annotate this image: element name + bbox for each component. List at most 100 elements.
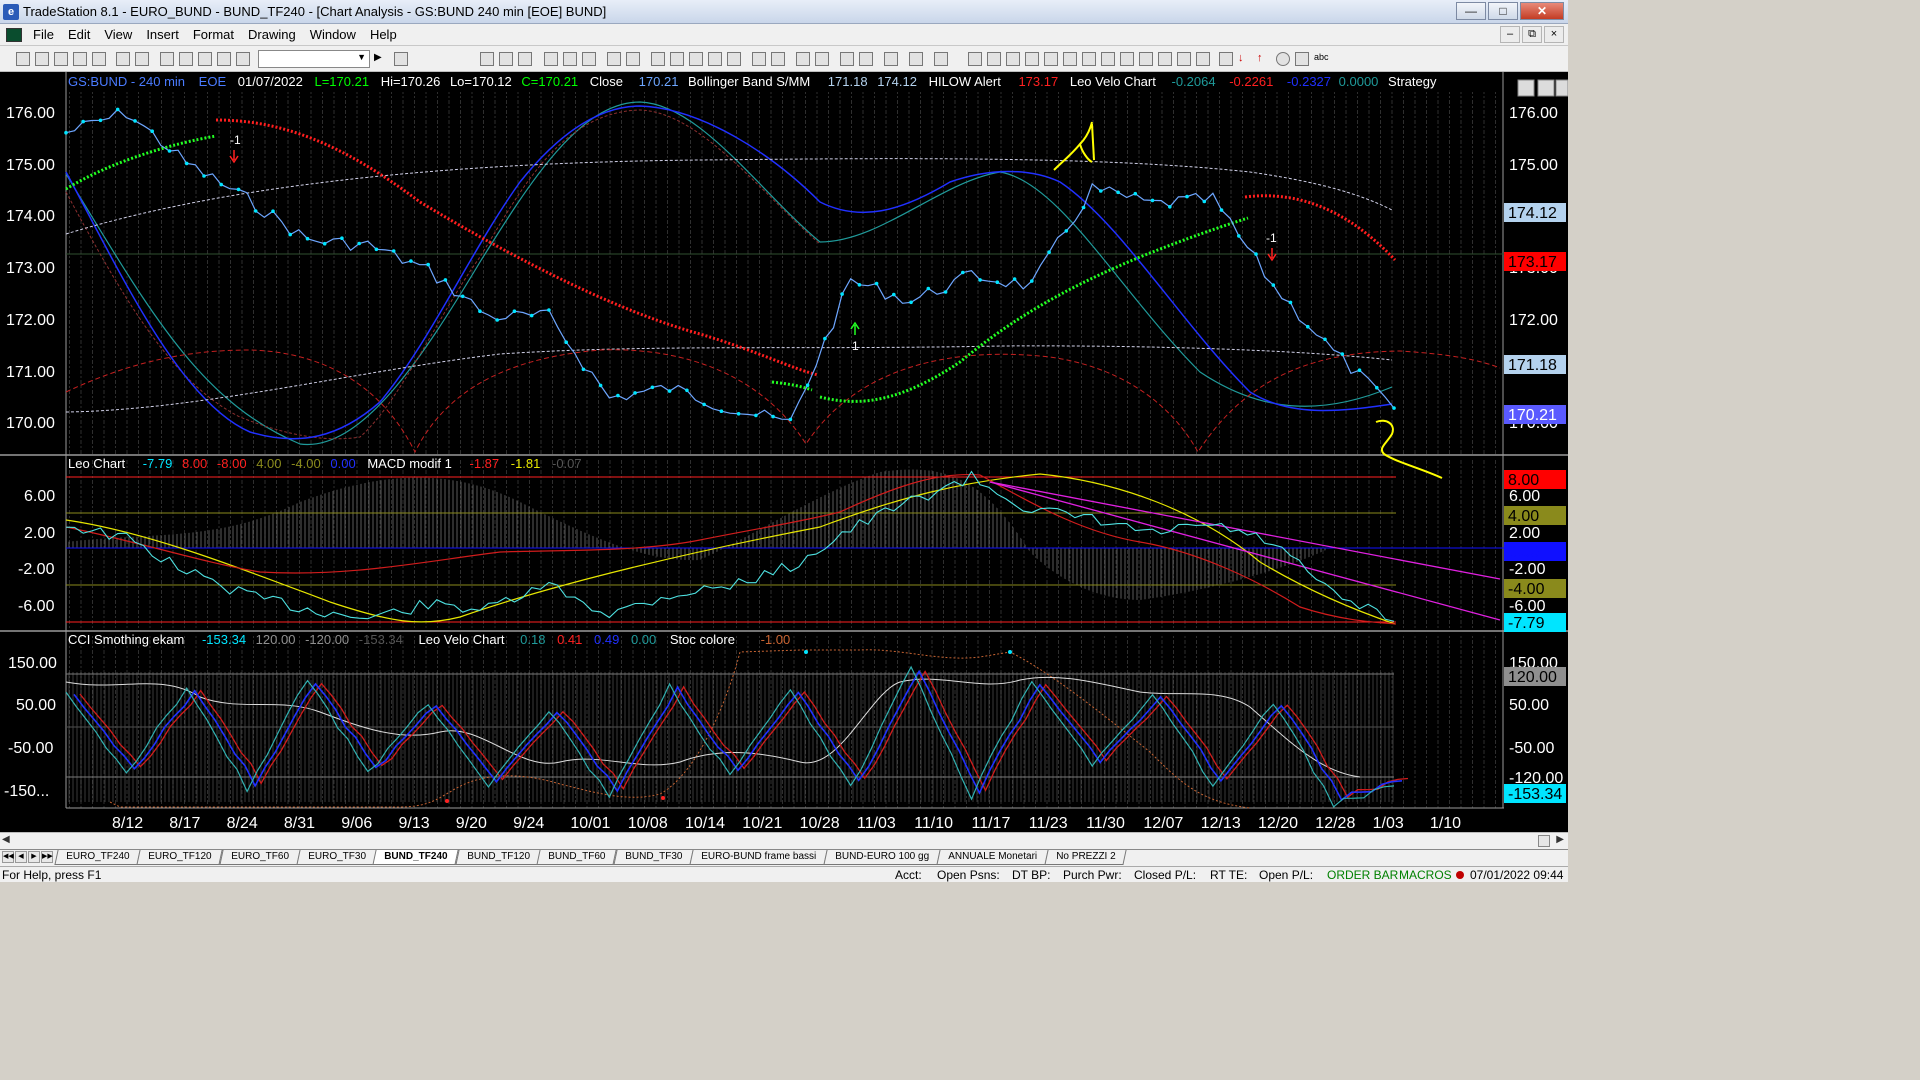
candles-icon[interactable] [689, 52, 703, 66]
menu-view[interactable]: View [97, 27, 139, 42]
close-button[interactable]: ✕ [1520, 2, 1564, 20]
line-chart-icon[interactable] [727, 52, 741, 66]
sheet-tab[interactable]: ANNUALE Monetari [936, 850, 1049, 865]
option-station-icon[interactable] [563, 52, 577, 66]
sheet-tab[interactable]: BUND-EURO 100 gg [823, 850, 941, 865]
sheet-tab[interactable]: BUND_TF240 [372, 850, 460, 865]
pane-minimize-button[interactable] [1517, 79, 1535, 97]
sheet-tab[interactable]: BUND_TF30 [613, 850, 694, 865]
menu-help[interactable]: Help [363, 27, 404, 42]
mdi-restore-button[interactable]: ⧉ [1522, 26, 1542, 43]
hand-icon[interactable] [884, 52, 898, 66]
insert-indicator-icon[interactable] [607, 52, 621, 66]
sheet-tab[interactable]: EURO_TF240 [54, 850, 141, 865]
order-bar-button[interactable]: ORDER BAR [1327, 868, 1398, 882]
crosshair-icon[interactable] [859, 52, 873, 66]
rectangle-icon[interactable] [1295, 52, 1309, 66]
zoom-out-icon[interactable] [815, 52, 829, 66]
maximize-button[interactable]: □ [1488, 2, 1518, 20]
color-icon[interactable] [236, 52, 250, 66]
tab-prev-icon[interactable]: ◀ [15, 851, 27, 863]
horizontal-arrow-icon[interactable] [1139, 52, 1153, 66]
bar-spacing-decrease-icon[interactable] [771, 52, 785, 66]
minimize-button[interactable]: — [1456, 2, 1486, 20]
menu-insert[interactable]: Insert [139, 27, 186, 42]
window-arrange-icon[interactable] [179, 52, 193, 66]
menu-format[interactable]: Format [186, 27, 241, 42]
fib-extension-icon[interactable] [1025, 52, 1039, 66]
ohlc-bars-icon[interactable] [708, 52, 722, 66]
arc-icon[interactable] [1177, 52, 1191, 66]
sheet-tab[interactable]: BUND_TF120 [455, 850, 542, 865]
speed-lines-icon[interactable] [1063, 52, 1077, 66]
macros-button[interactable]: MACROS [1399, 868, 1452, 882]
open-workspace-icon[interactable] [92, 52, 106, 66]
save-all-icon[interactable] [73, 52, 87, 66]
pointer-icon[interactable] [840, 52, 854, 66]
lock-icon[interactable] [198, 52, 212, 66]
export-icon[interactable] [909, 52, 923, 66]
save-icon[interactable] [54, 52, 68, 66]
menu-window[interactable]: Window [303, 27, 363, 42]
chart-document-icon[interactable] [6, 27, 22, 42]
symbol-lookup-icon[interactable] [394, 52, 408, 66]
ellipse-icon[interactable] [1276, 52, 1290, 66]
radar-screen-icon[interactable] [499, 52, 513, 66]
bar-spacing-icon[interactable] [752, 52, 766, 66]
horizontal-scrollbar[interactable]: ◀ ▶ [0, 832, 1568, 849]
gann-fan-icon[interactable] [1044, 52, 1058, 66]
horizontal-line-icon[interactable] [987, 52, 1001, 66]
menu-file[interactable]: File [26, 27, 61, 42]
fib-retracement-icon[interactable] [1006, 52, 1020, 66]
sheet-tab[interactable]: EURO_TF120 [136, 850, 224, 865]
vertical-lines-icon[interactable] [1101, 52, 1115, 66]
matrix-icon[interactable] [518, 52, 532, 66]
pane-restore-button[interactable] [1537, 79, 1555, 97]
data-window-icon[interactable] [651, 52, 665, 66]
curve-icon[interactable] [1219, 52, 1233, 66]
arrow-up-icon[interactable]: ↑ [1257, 52, 1271, 66]
new-icon[interactable] [16, 52, 30, 66]
scanner-icon[interactable] [544, 52, 558, 66]
sheet-tab[interactable]: EURO-BUND frame bassi [689, 850, 828, 865]
sheet-tab[interactable]: EURO_TF30 [295, 850, 377, 865]
sheet-tab[interactable]: No PREZZI 2 [1044, 850, 1127, 865]
chart-window-icon[interactable] [480, 52, 494, 66]
trendline-icon[interactable] [968, 52, 982, 66]
parallel-lines-icon[interactable] [1158, 52, 1172, 66]
play-arrow-icon[interactable]: ▶ [374, 52, 388, 66]
mdi-close-button[interactable]: × [1544, 26, 1564, 43]
pen-icon[interactable] [1196, 52, 1210, 66]
sheet-tab[interactable]: BUND_TF60 [536, 850, 618, 865]
notes-icon[interactable] [934, 52, 948, 66]
chart-analysis-window[interactable]: -1 -1 1 GS:BUND - 240 min EOE 01/07/2022… [0, 72, 1568, 834]
portfolio-icon[interactable] [582, 52, 596, 66]
alerts-icon[interactable] [670, 52, 684, 66]
mdi-minimize-button[interactable]: – [1500, 26, 1520, 43]
tab-last-icon[interactable]: ▶▶ [41, 851, 53, 863]
hdr-hilow-val: 173.17 [1018, 74, 1058, 89]
print-preview-icon[interactable] [116, 52, 130, 66]
text-icon[interactable]: abc [1314, 52, 1329, 66]
symbol-select[interactable]: ▼ [258, 50, 370, 68]
tab-next-icon[interactable]: ▶ [28, 851, 40, 863]
scroll-thumb[interactable] [1538, 835, 1550, 847]
sheet-tab[interactable]: EURO_TF60 [219, 850, 301, 865]
arrow-down-icon[interactable]: ↓ [1238, 52, 1252, 66]
open-icon[interactable] [35, 52, 49, 66]
zoom-in-icon[interactable] [796, 52, 810, 66]
scroll-right-icon[interactable]: ▶ [1556, 834, 1564, 845]
print-icon[interactable] [135, 52, 149, 66]
insert-strategy-icon[interactable] [626, 52, 640, 66]
menu-edit[interactable]: Edit [61, 27, 97, 42]
format-window-icon[interactable] [160, 52, 174, 66]
scroll-left-icon[interactable]: ◀ [2, 834, 10, 845]
x-date-label: 9/24 [513, 815, 544, 832]
regression-channel-icon[interactable] [1120, 52, 1134, 66]
pane-close-button[interactable] [1555, 79, 1568, 97]
price-dot [754, 413, 758, 418]
link-icon[interactable] [217, 52, 231, 66]
andrews-pitchfork-icon[interactable] [1082, 52, 1096, 66]
tab-first-icon[interactable]: ◀◀ [2, 851, 14, 863]
menu-drawing[interactable]: Drawing [241, 27, 303, 42]
